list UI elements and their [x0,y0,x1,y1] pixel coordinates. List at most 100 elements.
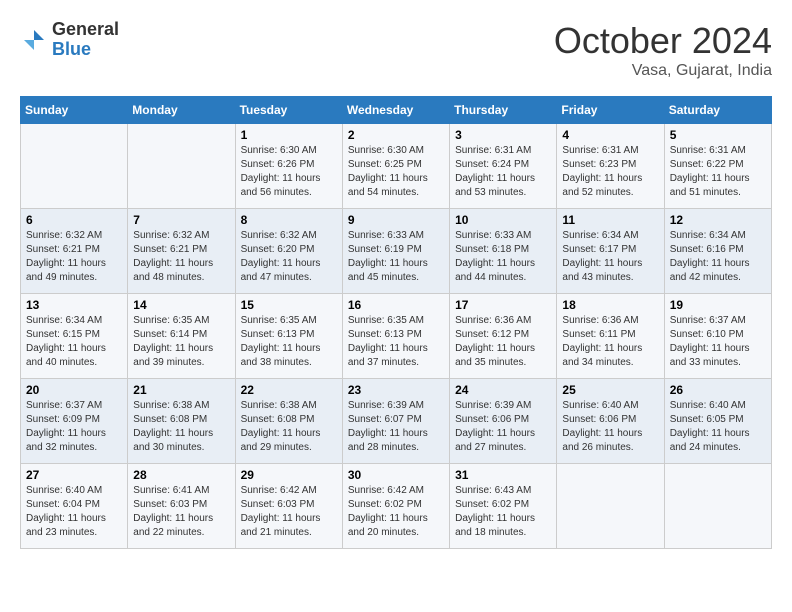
calendar-cell: 1 Sunrise: 6:30 AM Sunset: 6:26 PM Daylig… [235,124,342,209]
day-number: 23 [348,383,444,397]
calendar-cell: 27 Sunrise: 6:40 AM Sunset: 6:04 PM Dayli… [21,464,128,549]
calendar-cell: 22 Sunrise: 6:38 AM Sunset: 6:08 PM Dayli… [235,379,342,464]
day-info: Sunrise: 6:34 AM Sunset: 6:16 PM Dayligh… [670,229,766,285]
day-info: Sunrise: 6:40 AM Sunset: 6:05 PM Dayligh… [670,399,766,455]
header-friday: Friday [557,97,664,124]
header-row: Sunday Monday Tuesday Wednesday Thursday… [21,97,772,124]
calendar-cell [128,124,235,209]
day-info: Sunrise: 6:40 AM Sunset: 6:04 PM Dayligh… [26,484,122,540]
day-info: Sunrise: 6:33 AM Sunset: 6:18 PM Dayligh… [455,229,551,285]
day-number: 13 [26,298,122,312]
day-info: Sunrise: 6:30 AM Sunset: 6:25 PM Dayligh… [348,144,444,200]
calendar-cell: 5 Sunrise: 6:31 AM Sunset: 6:22 PM Daylig… [664,124,771,209]
logo: General Blue [20,20,119,60]
day-number: 1 [241,128,337,142]
calendar-cell [21,124,128,209]
calendar-cell: 14 Sunrise: 6:35 AM Sunset: 6:14 PM Dayli… [128,294,235,379]
calendar-cell: 17 Sunrise: 6:36 AM Sunset: 6:12 PM Dayli… [450,294,557,379]
day-info: Sunrise: 6:31 AM Sunset: 6:23 PM Dayligh… [562,144,658,200]
day-info: Sunrise: 6:42 AM Sunset: 6:02 PM Dayligh… [348,484,444,540]
header-wednesday: Wednesday [342,97,449,124]
day-number: 28 [133,468,229,482]
day-number: 2 [348,128,444,142]
logo-general: General [52,20,119,40]
day-info: Sunrise: 6:34 AM Sunset: 6:15 PM Dayligh… [26,314,122,370]
calendar-header: Sunday Monday Tuesday Wednesday Thursday… [21,97,772,124]
day-number: 22 [241,383,337,397]
month-title: October 2024 [554,20,772,62]
day-number: 5 [670,128,766,142]
calendar-cell: 15 Sunrise: 6:35 AM Sunset: 6:13 PM Dayli… [235,294,342,379]
calendar-body: 1 Sunrise: 6:30 AM Sunset: 6:26 PM Daylig… [21,124,772,549]
calendar-cell: 11Sunrise: 6:34 AM Sunset: 6:17 PM Dayli… [557,209,664,294]
calendar-cell: 19 Sunrise: 6:37 AM Sunset: 6:10 PM Dayli… [664,294,771,379]
calendar-week-4: 20 Sunrise: 6:37 AM Sunset: 6:09 PM Dayli… [21,379,772,464]
day-number: 25 [562,383,658,397]
day-number: 31 [455,468,551,482]
day-number: 14 [133,298,229,312]
day-number: 17 [455,298,551,312]
calendar-cell: 29 Sunrise: 6:42 AM Sunset: 6:03 PM Dayli… [235,464,342,549]
day-info: Sunrise: 6:32 AM Sunset: 6:20 PM Dayligh… [241,229,337,285]
calendar-week-2: 6Sunrise: 6:32 AM Sunset: 6:21 PM Daylig… [21,209,772,294]
day-number: 16 [348,298,444,312]
day-info: Sunrise: 6:43 AM Sunset: 6:02 PM Dayligh… [455,484,551,540]
day-number: 3 [455,128,551,142]
calendar-cell: 3 Sunrise: 6:31 AM Sunset: 6:24 PM Daylig… [450,124,557,209]
page-header: General Blue October 2024 Vasa, Gujarat,… [20,20,772,80]
calendar-cell: 28Sunrise: 6:41 AM Sunset: 6:03 PM Dayli… [128,464,235,549]
day-number: 26 [670,383,766,397]
calendar-cell: 21Sunrise: 6:38 AM Sunset: 6:08 PM Dayli… [128,379,235,464]
day-number: 19 [670,298,766,312]
day-number: 30 [348,468,444,482]
day-info: Sunrise: 6:35 AM Sunset: 6:14 PM Dayligh… [133,314,229,370]
calendar-cell [557,464,664,549]
logo-text: General Blue [52,20,119,60]
calendar-cell: 20 Sunrise: 6:37 AM Sunset: 6:09 PM Dayli… [21,379,128,464]
day-info: Sunrise: 6:35 AM Sunset: 6:13 PM Dayligh… [241,314,337,370]
day-info: Sunrise: 6:39 AM Sunset: 6:06 PM Dayligh… [455,399,551,455]
location: Vasa, Gujarat, India [554,62,772,80]
day-number: 9 [348,213,444,227]
day-info: Sunrise: 6:37 AM Sunset: 6:10 PM Dayligh… [670,314,766,370]
calendar-cell: 24Sunrise: 6:39 AM Sunset: 6:06 PM Dayli… [450,379,557,464]
day-number: 10 [455,213,551,227]
calendar-cell: 23 Sunrise: 6:39 AM Sunset: 6:07 PM Dayli… [342,379,449,464]
calendar-cell: 6Sunrise: 6:32 AM Sunset: 6:21 PM Daylig… [21,209,128,294]
day-info: Sunrise: 6:32 AM Sunset: 6:21 PM Dayligh… [133,229,229,285]
day-number: 20 [26,383,122,397]
day-info: Sunrise: 6:42 AM Sunset: 6:03 PM Dayligh… [241,484,337,540]
header-tuesday: Tuesday [235,97,342,124]
calendar-cell: 16Sunrise: 6:35 AM Sunset: 6:13 PM Dayli… [342,294,449,379]
day-info: Sunrise: 6:39 AM Sunset: 6:07 PM Dayligh… [348,399,444,455]
day-info: Sunrise: 6:34 AM Sunset: 6:17 PM Dayligh… [562,229,658,285]
header-saturday: Saturday [664,97,771,124]
day-info: Sunrise: 6:38 AM Sunset: 6:08 PM Dayligh… [241,399,337,455]
day-number: 15 [241,298,337,312]
day-info: Sunrise: 6:31 AM Sunset: 6:24 PM Dayligh… [455,144,551,200]
day-info: Sunrise: 6:37 AM Sunset: 6:09 PM Dayligh… [26,399,122,455]
day-info: Sunrise: 6:30 AM Sunset: 6:26 PM Dayligh… [241,144,337,200]
calendar-cell: 12Sunrise: 6:34 AM Sunset: 6:16 PM Dayli… [664,209,771,294]
calendar-cell [664,464,771,549]
logo-icon [20,26,48,54]
calendar-week-1: 1 Sunrise: 6:30 AM Sunset: 6:26 PM Daylig… [21,124,772,209]
day-number: 27 [26,468,122,482]
title-block: October 2024 Vasa, Gujarat, India [554,20,772,80]
day-number: 29 [241,468,337,482]
day-number: 7 [133,213,229,227]
header-sunday: Sunday [21,97,128,124]
calendar-cell: 10 Sunrise: 6:33 AM Sunset: 6:18 PM Dayli… [450,209,557,294]
calendar-cell: 25Sunrise: 6:40 AM Sunset: 6:06 PM Dayli… [557,379,664,464]
calendar-cell: 13 Sunrise: 6:34 AM Sunset: 6:15 PM Dayli… [21,294,128,379]
calendar-cell: 2 Sunrise: 6:30 AM Sunset: 6:25 PM Daylig… [342,124,449,209]
day-info: Sunrise: 6:31 AM Sunset: 6:22 PM Dayligh… [670,144,766,200]
calendar-cell: 30 Sunrise: 6:42 AM Sunset: 6:02 PM Dayli… [342,464,449,549]
calendar-cell: 7 Sunrise: 6:32 AM Sunset: 6:21 PM Daylig… [128,209,235,294]
calendar-cell: 31 Sunrise: 6:43 AM Sunset: 6:02 PM Dayli… [450,464,557,549]
day-info: Sunrise: 6:33 AM Sunset: 6:19 PM Dayligh… [348,229,444,285]
day-info: Sunrise: 6:32 AM Sunset: 6:21 PM Dayligh… [26,229,122,285]
calendar-week-3: 13 Sunrise: 6:34 AM Sunset: 6:15 PM Dayli… [21,294,772,379]
day-info: Sunrise: 6:36 AM Sunset: 6:12 PM Dayligh… [455,314,551,370]
day-number: 8 [241,213,337,227]
